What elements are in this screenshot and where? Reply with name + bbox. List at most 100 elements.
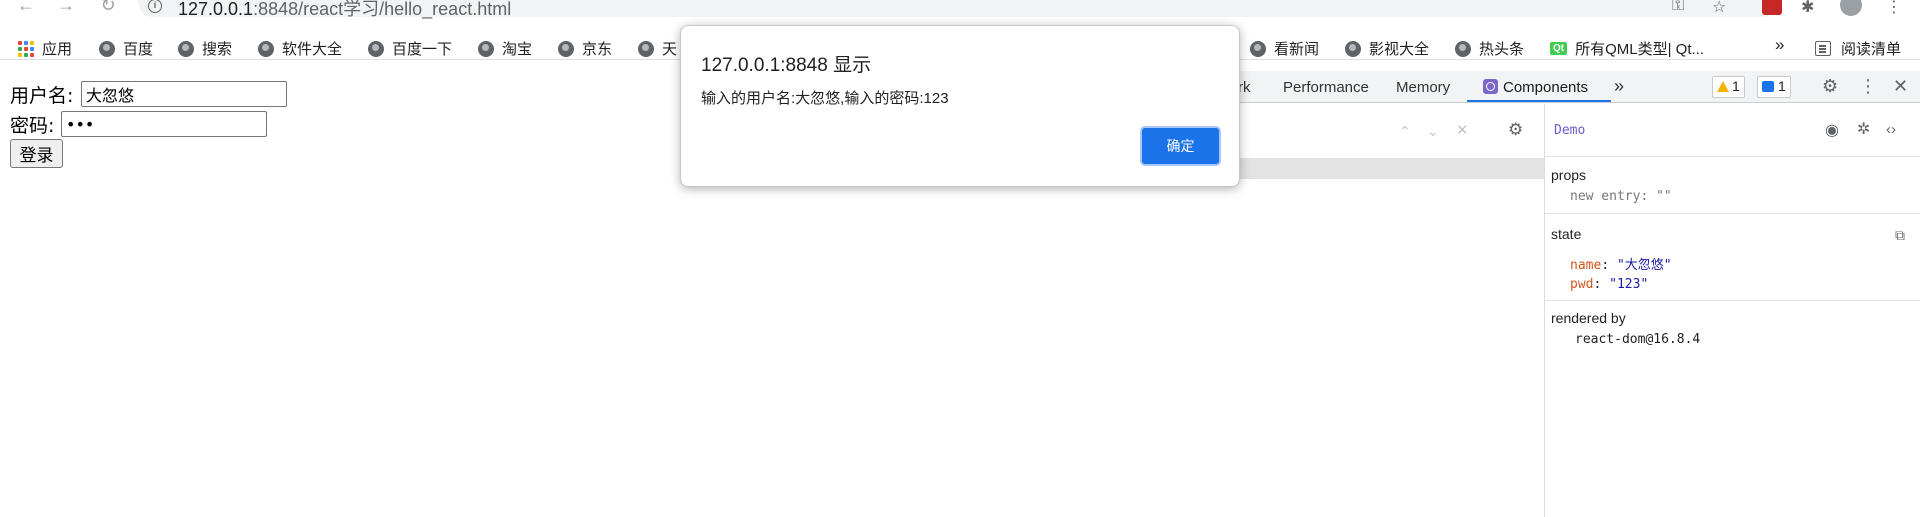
close-devtools-icon[interactable]: ✕	[1893, 77, 1908, 95]
rendered-by-title: rendered by	[1551, 310, 1626, 326]
react-icon	[1483, 79, 1498, 94]
username-input[interactable]	[81, 81, 287, 107]
puzzle-icon[interactable]: ✱	[1801, 0, 1814, 17]
bookmark-label: 阅读清单	[1841, 41, 1902, 58]
state-key: name	[1570, 258, 1602, 273]
globe-icon	[178, 40, 194, 57]
qt-logo-icon: Qt	[1550, 42, 1568, 55]
bookmark-label: 京东	[582, 41, 613, 58]
tree-settings-gear-icon[interactable]: ⚙	[1508, 121, 1523, 139]
selected-tree-row[interactable]	[1237, 158, 1544, 179]
globe-icon	[1250, 40, 1266, 57]
overflow-label: »	[1775, 35, 1785, 54]
menu-kebab-icon[interactable]: ⋮	[1886, 0, 1902, 17]
selected-component-name: Demo	[1554, 123, 1586, 138]
bookmark-item[interactable]: 京东	[558, 38, 612, 59]
prop-value: ""	[1656, 189, 1672, 204]
bookmarks-overflow-button[interactable]: »	[1775, 35, 1784, 55]
eye-icon[interactable]: ◉	[1825, 122, 1839, 140]
bookmark-label: 天	[662, 41, 678, 58]
state-row[interactable]: name: "大忽悠"	[1570, 254, 1672, 273]
bookmark-label: 应用	[42, 41, 73, 58]
bookmark-item[interactable]: 热头条	[1455, 38, 1524, 59]
props-title: props	[1551, 167, 1587, 183]
username-row: 用户名:	[10, 81, 73, 108]
props-section	[1545, 158, 1920, 214]
globe-icon	[368, 40, 384, 57]
message-icon	[1762, 81, 1774, 92]
settings-gear-icon[interactable]: ⚙	[1822, 77, 1838, 95]
browser-toolbar: ← → ↻ i 127.0.0.1:8848/react学习/hello_rea…	[0, 0, 1920, 20]
state-value: "大忽悠"	[1616, 258, 1672, 273]
state-colon: :	[1601, 258, 1617, 273]
bookmark-item[interactable]: 天	[638, 38, 677, 59]
forward-arrow-icon[interactable]: →	[54, 0, 78, 14]
bookmark-label: 影视大全	[1369, 41, 1430, 58]
url-host: 127.0.0.1	[178, 0, 254, 19]
bookmark-item[interactable]: 淘宝	[478, 38, 532, 59]
bookmark-apps[interactable]: 应用	[18, 38, 72, 59]
login-button[interactable]: 登录	[10, 139, 63, 168]
reading-list-icon	[1815, 41, 1831, 56]
next-search-result-icon[interactable]: ⌄	[1427, 122, 1439, 140]
component-tree-toolbar	[1237, 115, 1544, 147]
warnings-badge[interactable]: 1	[1712, 76, 1745, 98]
alert-title: 127.0.0.1:8848 显示	[701, 55, 872, 76]
messages-count: 1	[1778, 78, 1786, 94]
rendered-by-value[interactable]: react-dom@16.8.4	[1575, 332, 1700, 347]
prop-row[interactable]: new entry: ""	[1570, 189, 1672, 204]
state-row[interactable]: pwd: "123"	[1570, 277, 1648, 292]
bookmark-label: 百度	[123, 41, 154, 58]
url-text[interactable]: 127.0.0.1:8848/react学习/hello_react.html	[178, 0, 511, 21]
tab-performance[interactable]: Performance	[1283, 79, 1369, 96]
bookmark-item[interactable]: 百度一下	[368, 38, 452, 59]
copy-icon[interactable]: ⧉	[1895, 226, 1905, 244]
back-arrow-icon[interactable]: ←	[14, 0, 38, 14]
star-icon[interactable]: ☆	[1712, 0, 1726, 17]
clear-search-icon[interactable]: ✕	[1456, 122, 1469, 140]
alert-ok-button[interactable]: 确定	[1140, 126, 1221, 166]
warning-icon	[1717, 81, 1729, 92]
bookmark-label: 软件大全	[282, 41, 343, 58]
globe-icon	[1345, 40, 1361, 57]
password-input[interactable]	[61, 111, 267, 137]
bookmark-label: 所有QML类型| Qt...	[1575, 41, 1705, 58]
previous-search-result-icon[interactable]: ⌃	[1399, 122, 1411, 140]
apps-grid-icon	[18, 40, 34, 57]
bug-icon[interactable]: ✲	[1857, 121, 1870, 139]
prop-key: new entry	[1570, 189, 1641, 204]
reading-list-button[interactable]: 阅读清单	[1815, 38, 1901, 59]
state-value: "123"	[1609, 277, 1649, 292]
bookmark-item[interactable]: 软件大全	[258, 38, 342, 59]
url-path: :8848/react学习/hello_react.html	[253, 0, 512, 19]
prop-colon: :	[1640, 189, 1657, 204]
bookmark-item[interactable]: 百度	[99, 38, 153, 59]
password-label: 密码:	[10, 115, 55, 137]
bookmark-item[interactable]: 搜索	[178, 38, 232, 59]
globe-icon	[1455, 40, 1471, 57]
bookmark-label: 百度一下	[392, 41, 453, 58]
bookmark-item[interactable]: Qt 所有QML类型| Qt...	[1550, 38, 1704, 59]
globe-icon	[638, 40, 654, 57]
bookmark-label: 淘宝	[502, 41, 533, 58]
globe-icon	[258, 40, 274, 57]
devtools-menu-icon[interactable]: ⋮	[1859, 77, 1877, 95]
bookmark-item[interactable]: 影视大全	[1345, 38, 1429, 59]
warnings-count: 1	[1732, 78, 1740, 94]
extension-icon[interactable]	[1762, 0, 1782, 15]
more-tabs-button[interactable]: »	[1614, 76, 1624, 97]
bookmark-label: 看新闻	[1274, 41, 1320, 58]
state-title: state	[1551, 226, 1582, 242]
reload-icon[interactable]: ↻	[96, 0, 120, 14]
bookmark-item[interactable]: 看新闻	[1250, 38, 1319, 59]
alert-dialog: 127.0.0.1:8848 显示 输入的用户名:大忽悠,输入的密码:123 确…	[680, 25, 1240, 187]
key-icon[interactable]: ⚿	[1672, 0, 1684, 15]
profile-avatar[interactable]	[1840, 0, 1862, 16]
state-colon: :	[1593, 277, 1610, 292]
source-code-icon[interactable]: ‹›	[1886, 121, 1896, 139]
tab-components[interactable]: Components	[1483, 79, 1588, 96]
state-key: pwd	[1570, 277, 1594, 292]
globe-icon	[478, 40, 494, 57]
tab-memory[interactable]: Memory	[1396, 79, 1450, 96]
messages-badge[interactable]: 1	[1757, 76, 1791, 98]
